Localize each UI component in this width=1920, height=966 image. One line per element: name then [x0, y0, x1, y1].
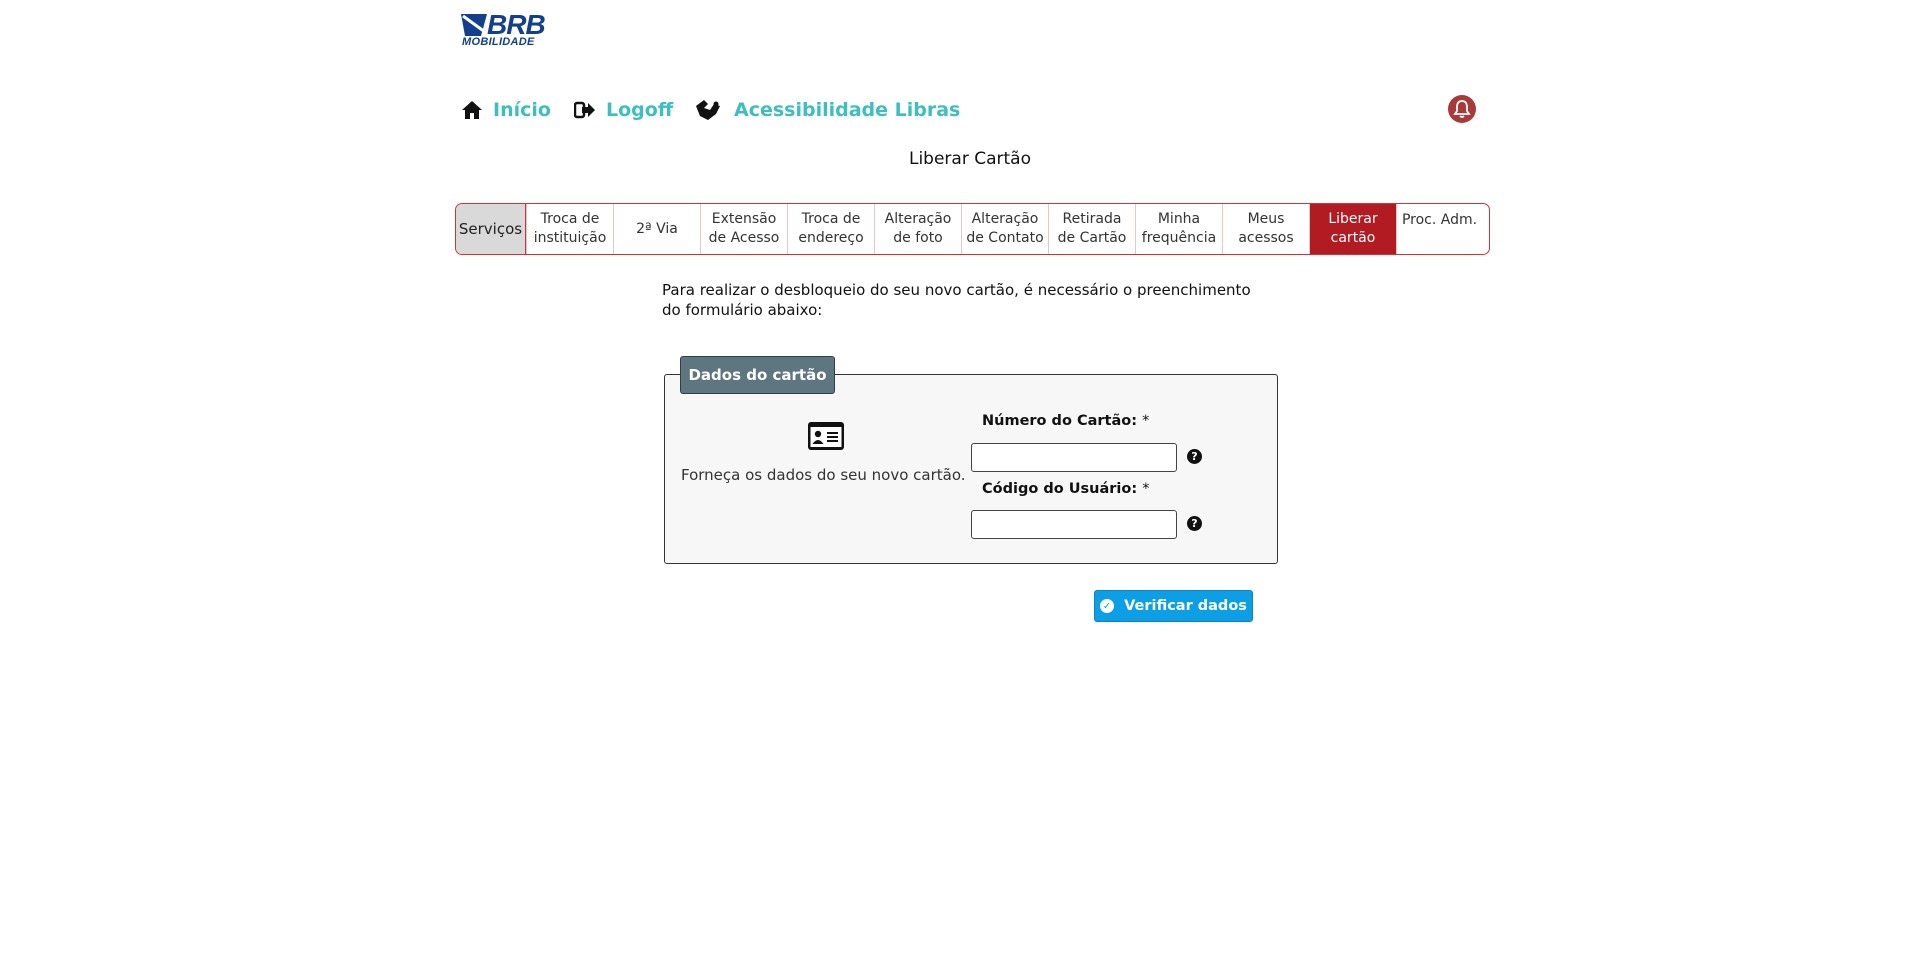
- user-code-label-text: Código do Usuário:: [982, 481, 1138, 497]
- tab-item[interactable]: 2ª Via: [613, 204, 700, 254]
- tab-item[interactable]: Liberar cartão: [1309, 204, 1396, 254]
- notifications-button[interactable]: [1448, 95, 1476, 123]
- tab-item[interactable]: Proc. Adm.: [1396, 204, 1482, 254]
- nav-logoff-label: Logoff: [606, 99, 674, 121]
- brb-logo-mark-icon: [461, 14, 487, 36]
- service-tabs: Serviços Troca de instituição 2ª Via Extens…: [455, 203, 1490, 255]
- tab-item[interactable]: Retirada de Cartão: [1048, 204, 1135, 254]
- nav-logoff-link[interactable]: Logoff: [574, 96, 673, 124]
- required-mark: *: [1142, 481, 1150, 497]
- sign-out-icon: [574, 101, 595, 119]
- question-circle-icon[interactable]: ?: [1187, 449, 1202, 464]
- card-number-label-text: Número do Cartão:: [982, 413, 1138, 429]
- home-icon: [462, 101, 482, 119]
- brand-subtitle: MOBILIDADE: [462, 36, 535, 48]
- tab-item[interactable]: Alteração de Contato: [961, 204, 1048, 254]
- tab-item[interactable]: Meus acessos: [1222, 204, 1309, 254]
- form-helper-text: Forneça os dados do seu novo cartão.: [681, 466, 966, 484]
- tab-item[interactable]: Minha frequência: [1135, 204, 1222, 254]
- sign-language-icon: [696, 100, 720, 120]
- card-number-label: Número do Cartão: *: [982, 413, 1149, 429]
- question-circle-icon[interactable]: ?: [1187, 516, 1202, 531]
- tab-item[interactable]: Alteração de foto: [874, 204, 961, 254]
- required-mark: *: [1142, 413, 1150, 429]
- nav-libras-label: Acessibilidade Libras: [734, 99, 961, 121]
- verify-data-button[interactable]: ✓ Verificar dados: [1094, 590, 1253, 622]
- nav-libras-link[interactable]: Acessibilidade Libras: [694, 96, 960, 124]
- check-circle-icon: ✓: [1100, 599, 1115, 613]
- id-card-icon: [808, 422, 844, 450]
- user-code-label: Código do Usuário: *: [982, 481, 1149, 497]
- intro-text: Para realizar o desbloqueio do seu novo …: [662, 281, 1251, 319]
- user-code-input[interactable]: [971, 510, 1177, 539]
- tab-item[interactable]: Serviços: [456, 204, 526, 254]
- brand-logo[interactable]: BRB MOBILIDADE: [459, 10, 546, 50]
- card-number-input[interactable]: [971, 443, 1177, 472]
- nav-home-link[interactable]: Início: [461, 96, 551, 124]
- bell-icon: [1453, 100, 1471, 118]
- nav-home-label: Início: [493, 99, 551, 121]
- tab-item[interactable]: Troca de instituição: [526, 204, 613, 254]
- tab-item[interactable]: Troca de endereço: [787, 204, 874, 254]
- fieldset-legend: Dados do cartão: [680, 356, 835, 394]
- page-title: Liberar Cartão: [908, 149, 1031, 169]
- verify-data-label: Verificar dados: [1124, 598, 1247, 614]
- tab-item[interactable]: Extensão de Acesso: [700, 204, 787, 254]
